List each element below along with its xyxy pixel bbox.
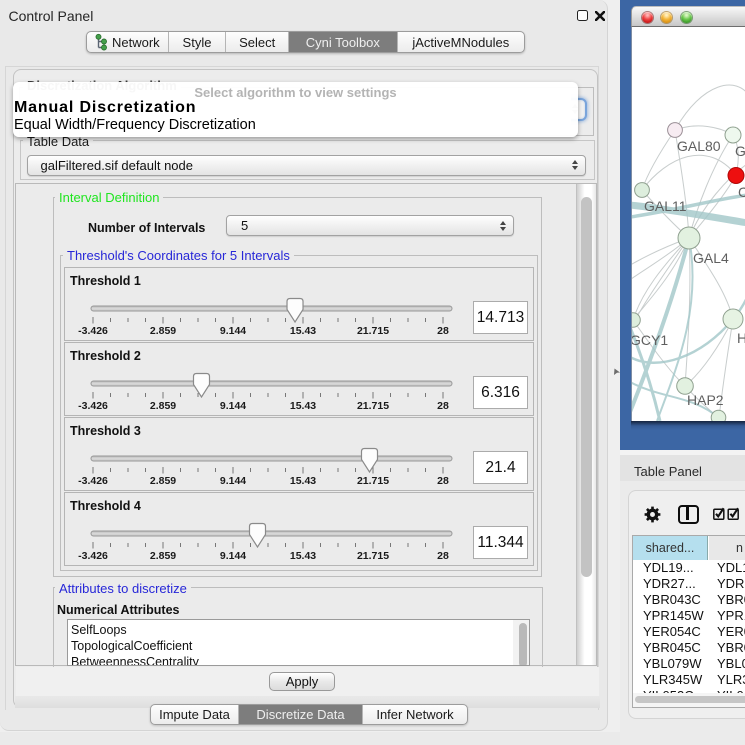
- svg-text:GAL80: GAL80: [677, 138, 721, 154]
- svg-text:GAL4: GAL4: [693, 250, 729, 266]
- svg-text:G.: G.: [735, 143, 745, 159]
- svg-text:C: C: [738, 184, 745, 200]
- svg-text:GCY1: GCY1: [632, 332, 668, 348]
- svg-text:GAL11: GAL11: [644, 198, 687, 214]
- svg-text:HAP2: HAP2: [687, 392, 724, 408]
- svg-text:H: H: [737, 330, 745, 346]
